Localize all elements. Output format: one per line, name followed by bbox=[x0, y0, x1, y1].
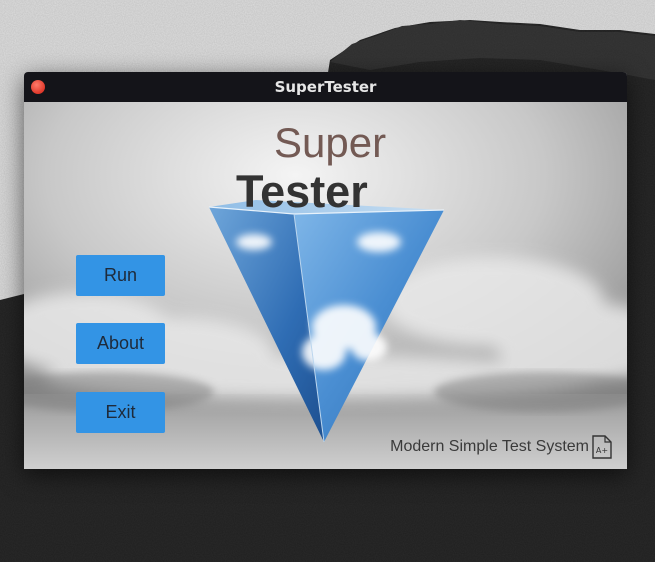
main-content: Super Tester Run About Exit Modern Simpl… bbox=[24, 102, 627, 469]
exit-button[interactable]: Exit bbox=[76, 392, 165, 433]
document-grade-icon: A+ bbox=[592, 435, 612, 459]
title-bar[interactable]: SuperTester bbox=[24, 72, 627, 102]
about-button[interactable]: About bbox=[76, 323, 165, 364]
hero-title-super: Super bbox=[274, 119, 387, 166]
app-window: SuperTester Super Tester Run About Exit … bbox=[24, 72, 627, 469]
document-grade-label: A+ bbox=[596, 446, 608, 455]
tagline: Modern Simple Test System bbox=[390, 438, 589, 455]
window-title: SuperTester bbox=[274, 78, 377, 96]
hero-title-tester: Tester bbox=[236, 166, 368, 217]
run-button[interactable]: Run bbox=[76, 255, 165, 296]
close-dot-icon[interactable] bbox=[31, 80, 45, 94]
